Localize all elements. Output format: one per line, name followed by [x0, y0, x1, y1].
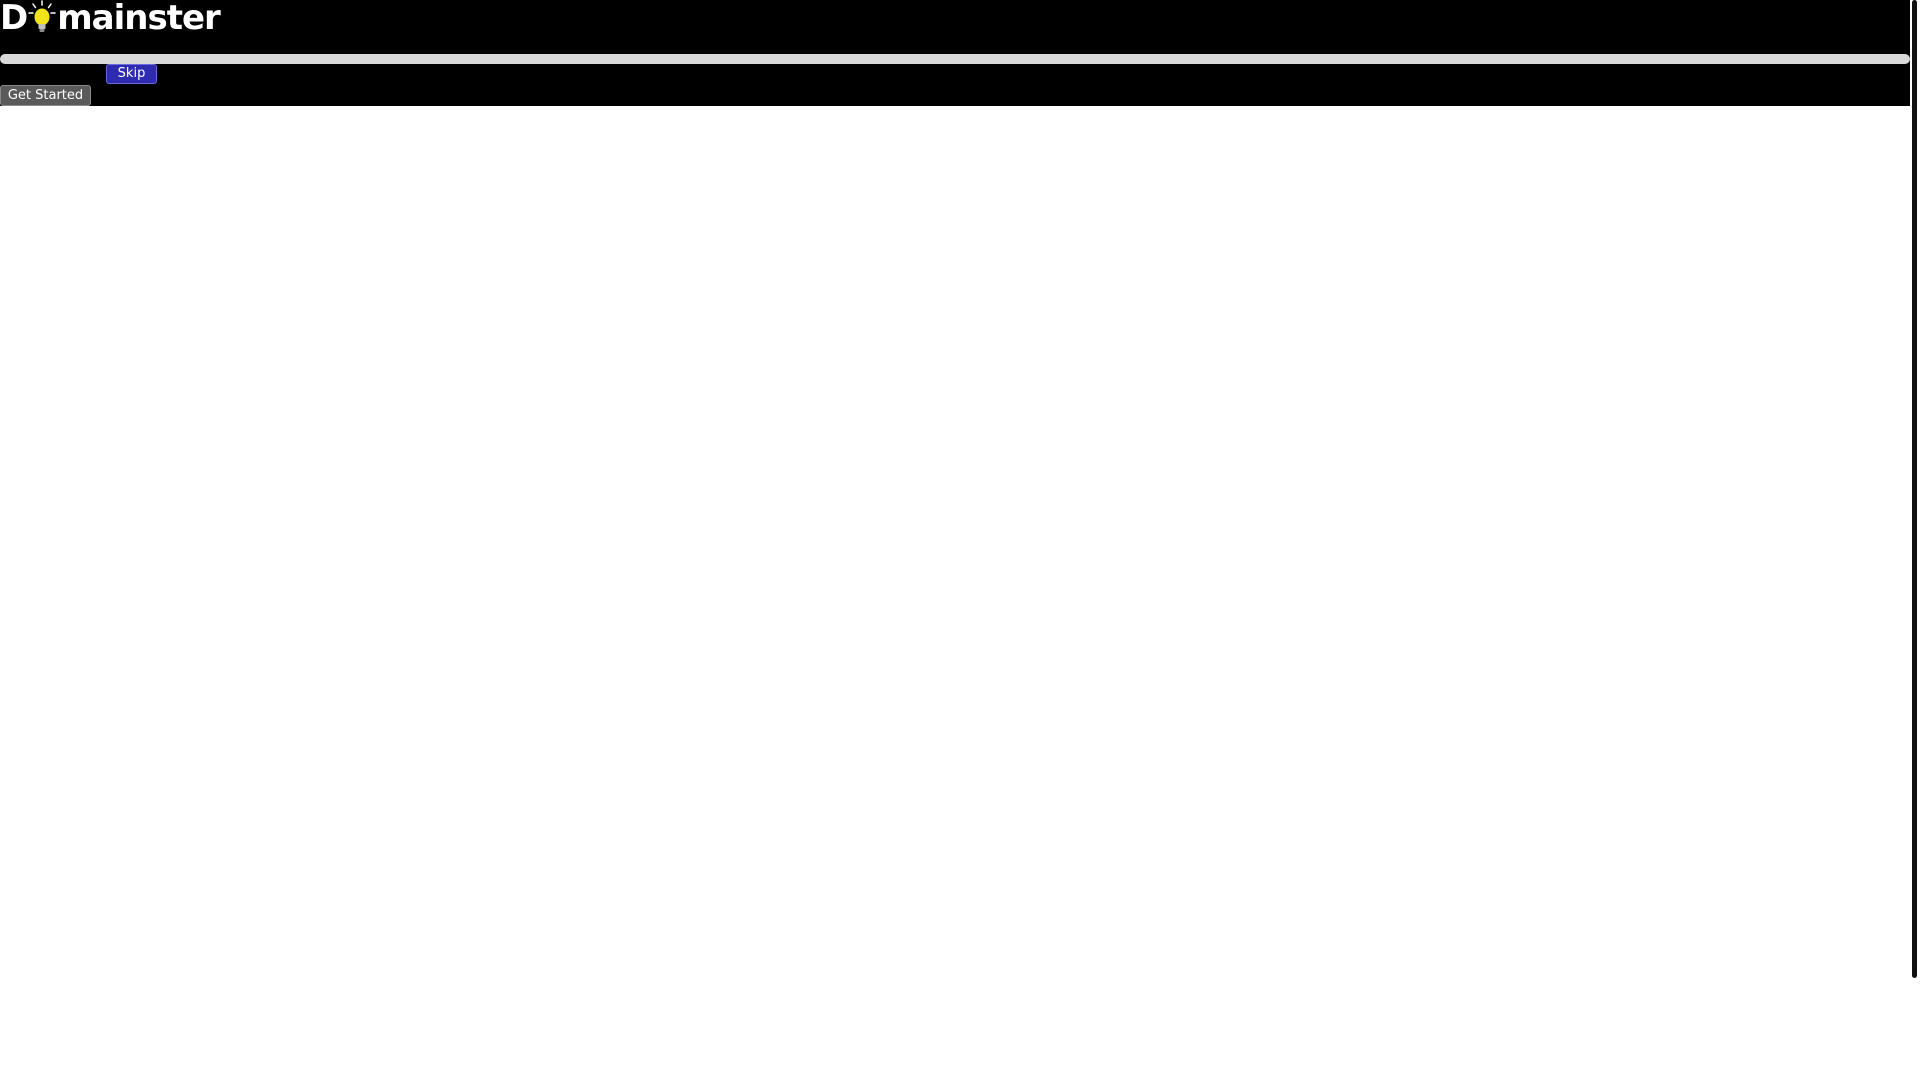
- onboarding-progress-bar: [0, 54, 1910, 64]
- lightbulb-icon: [28, 0, 56, 36]
- domainster-logo: D mainster: [0, 0, 221, 38]
- get-started-button[interactable]: Get Started: [0, 85, 91, 106]
- vertical-scrollbar[interactable]: [1910, 0, 1920, 1080]
- lightbulb-icon-svg: [28, 0, 56, 32]
- skip-button[interactable]: Skip: [106, 64, 157, 84]
- scrollbar-thumb[interactable]: [1912, 0, 1917, 978]
- logo-prefix: D: [0, 0, 28, 38]
- onboarding-panel: D mainster Skip Get Started: [0, 0, 1910, 106]
- logo-suffix: mainster: [57, 0, 221, 38]
- page: D mainster Skip Get Started: [0, 0, 1920, 1080]
